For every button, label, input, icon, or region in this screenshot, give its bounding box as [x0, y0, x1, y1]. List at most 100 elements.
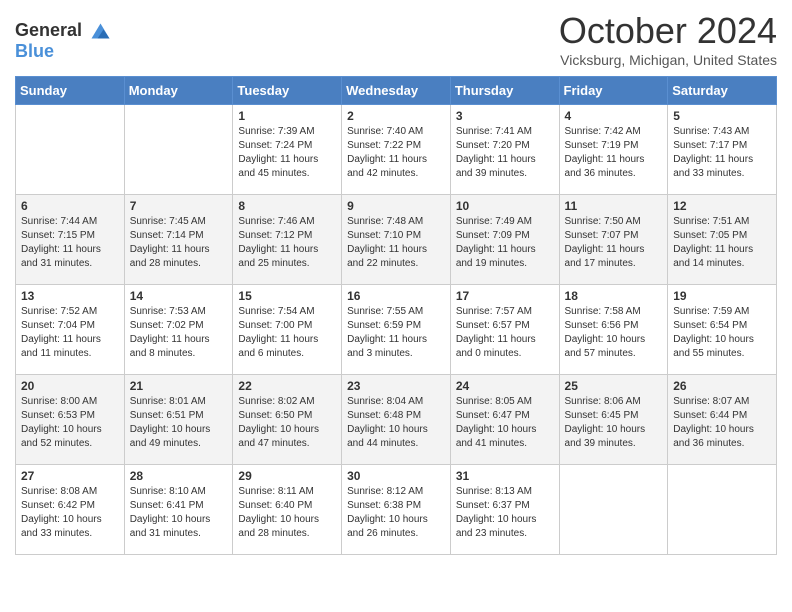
week-row-3: 13Sunrise: 7:52 AMSunset: 7:04 PMDayligh…: [16, 285, 777, 375]
calendar-header-row: SundayMondayTuesdayWednesdayThursdayFrid…: [16, 77, 777, 105]
logo-text-blue: Blue: [15, 42, 54, 62]
day-number: 3: [456, 109, 554, 123]
day-number: 16: [347, 289, 445, 303]
day-header-wednesday: Wednesday: [342, 77, 451, 105]
day-cell: 28 Sunrise: 8:10 AMSunset: 6:41 PMDayligh…: [124, 465, 233, 555]
day-info: Sunrise: 8:13 AMSunset: 6:37 PMDaylight:…: [456, 485, 554, 541]
day-number: 21: [130, 379, 228, 393]
day-header-monday: Monday: [124, 77, 233, 105]
day-number: 9: [347, 199, 445, 213]
day-info: Sunrise: 8:02 AMSunset: 6:50 PMDaylight:…: [238, 395, 336, 451]
day-cell: 11Sunrise: 7:50 AMSunset: 7:07 PMDayligh…: [559, 195, 668, 285]
day-info: Sunrise: 8:06 AMSunset: 6:45 PMDaylight:…: [565, 395, 663, 451]
week-row-2: 6 Sunrise: 7:44 AMSunset: 7:15 PMDaylight…: [16, 195, 777, 285]
day-number: 22: [238, 379, 336, 393]
day-header-saturday: Saturday: [668, 77, 777, 105]
day-number: 18: [565, 289, 663, 303]
day-number: 2: [347, 109, 445, 123]
day-info: Sunrise: 7:39 AMSunset: 7:24 PMDaylight:…: [238, 125, 336, 181]
day-cell: 5Sunrise: 7:43 AMSunset: 7:17 PMDaylight…: [668, 105, 777, 195]
location: Vicksburg, Michigan, United States: [559, 52, 777, 68]
day-cell: 9 Sunrise: 7:48 AMSunset: 7:10 PMDaylight…: [342, 195, 451, 285]
day-cell: 21 Sunrise: 8:01 AMSunset: 6:51 PMDayligh…: [124, 375, 233, 465]
day-number: 20: [21, 379, 119, 393]
day-number: 1: [238, 109, 336, 123]
day-number: 23: [347, 379, 445, 393]
day-cell: 24Sunrise: 8:05 AMSunset: 6:47 PMDayligh…: [450, 375, 559, 465]
day-info: Sunrise: 7:46 AMSunset: 7:12 PMDaylight:…: [238, 215, 336, 271]
day-cell: [124, 105, 233, 195]
day-header-thursday: Thursday: [450, 77, 559, 105]
day-number: 30: [347, 469, 445, 483]
day-number: 25: [565, 379, 663, 393]
day-header-friday: Friday: [559, 77, 668, 105]
day-cell: 10 Sunrise: 7:49 AMSunset: 7:09 PMDayligh…: [450, 195, 559, 285]
day-number: 24: [456, 379, 554, 393]
day-info: Sunrise: 7:51 AMSunset: 7:05 PMDaylight:…: [673, 215, 771, 271]
day-cell: 7Sunrise: 7:45 AMSunset: 7:14 PMDaylight…: [124, 195, 233, 285]
day-info: Sunrise: 7:48 AMSunset: 7:10 PMDaylight:…: [347, 215, 445, 271]
logo-text: General: [15, 21, 82, 41]
day-cell: 23 Sunrise: 8:04 AMSunset: 6:48 PMDayligh…: [342, 375, 451, 465]
day-info: Sunrise: 7:49 AMSunset: 7:09 PMDaylight:…: [456, 215, 554, 271]
day-cell: 25 Sunrise: 8:06 AMSunset: 6:45 PMDayligh…: [559, 375, 668, 465]
calendar-table: SundayMondayTuesdayWednesdayThursdayFrid…: [15, 76, 777, 555]
logo-icon: [84, 16, 114, 46]
day-number: 27: [21, 469, 119, 483]
day-cell: 13Sunrise: 7:52 AMSunset: 7:04 PMDayligh…: [16, 285, 125, 375]
day-cell: 15 Sunrise: 7:54 AMSunset: 7:00 PMDayligh…: [233, 285, 342, 375]
day-info: Sunrise: 7:53 AMSunset: 7:02 PMDaylight:…: [130, 305, 228, 361]
day-info: Sunrise: 8:11 AMSunset: 6:40 PMDaylight:…: [238, 485, 336, 541]
day-info: Sunrise: 7:44 AMSunset: 7:15 PMDaylight:…: [21, 215, 119, 271]
day-cell: 6 Sunrise: 7:44 AMSunset: 7:15 PMDaylight…: [16, 195, 125, 285]
day-info: Sunrise: 8:12 AMSunset: 6:38 PMDaylight:…: [347, 485, 445, 541]
day-number: 5: [673, 109, 771, 123]
day-info: Sunrise: 8:04 AMSunset: 6:48 PMDaylight:…: [347, 395, 445, 451]
week-row-5: 27 Sunrise: 8:08 AMSunset: 6:42 PMDayligh…: [16, 465, 777, 555]
day-cell: 3 Sunrise: 7:41 AMSunset: 7:20 PMDaylight…: [450, 105, 559, 195]
day-info: Sunrise: 7:45 AMSunset: 7:14 PMDaylight:…: [130, 215, 228, 271]
day-info: Sunrise: 7:52 AMSunset: 7:04 PMDaylight:…: [21, 305, 119, 361]
day-number: 8: [238, 199, 336, 213]
day-number: 29: [238, 469, 336, 483]
day-cell: 1 Sunrise: 7:39 AMSunset: 7:24 PMDaylight…: [233, 105, 342, 195]
day-cell: [668, 465, 777, 555]
day-cell: 8 Sunrise: 7:46 AMSunset: 7:12 PMDaylight…: [233, 195, 342, 285]
day-info: Sunrise: 7:42 AMSunset: 7:19 PMDaylight:…: [565, 125, 663, 181]
day-number: 14: [130, 289, 228, 303]
day-number: 10: [456, 199, 554, 213]
logo: General Blue: [15, 10, 114, 62]
day-cell: 16Sunrise: 7:55 AMSunset: 6:59 PMDayligh…: [342, 285, 451, 375]
day-number: 15: [238, 289, 336, 303]
day-info: Sunrise: 8:10 AMSunset: 6:41 PMDaylight:…: [130, 485, 228, 541]
day-info: Sunrise: 8:07 AMSunset: 6:44 PMDaylight:…: [673, 395, 771, 451]
day-number: 19: [673, 289, 771, 303]
day-info: Sunrise: 7:59 AMSunset: 6:54 PMDaylight:…: [673, 305, 771, 361]
day-cell: 31Sunrise: 8:13 AMSunset: 6:37 PMDayligh…: [450, 465, 559, 555]
day-number: 12: [673, 199, 771, 213]
title-block: October 2024 Vicksburg, Michigan, United…: [559, 10, 777, 68]
day-number: 11: [565, 199, 663, 213]
day-cell: 17Sunrise: 7:57 AMSunset: 6:57 PMDayligh…: [450, 285, 559, 375]
day-number: 6: [21, 199, 119, 213]
day-cell: 29 Sunrise: 8:11 AMSunset: 6:40 PMDayligh…: [233, 465, 342, 555]
day-info: Sunrise: 7:54 AMSunset: 7:00 PMDaylight:…: [238, 305, 336, 361]
day-cell: 27 Sunrise: 8:08 AMSunset: 6:42 PMDayligh…: [16, 465, 125, 555]
month-title: October 2024: [559, 10, 777, 52]
day-cell: 4Sunrise: 7:42 AMSunset: 7:19 PMDaylight…: [559, 105, 668, 195]
day-number: 17: [456, 289, 554, 303]
day-info: Sunrise: 8:01 AMSunset: 6:51 PMDaylight:…: [130, 395, 228, 451]
header: General Blue October 2024 Vicksburg, Mic…: [15, 10, 777, 68]
day-number: 28: [130, 469, 228, 483]
day-cell: 18Sunrise: 7:58 AMSunset: 6:56 PMDayligh…: [559, 285, 668, 375]
day-cell: 30 Sunrise: 8:12 AMSunset: 6:38 PMDayligh…: [342, 465, 451, 555]
day-cell: 26 Sunrise: 8:07 AMSunset: 6:44 PMDayligh…: [668, 375, 777, 465]
day-info: Sunrise: 7:41 AMSunset: 7:20 PMDaylight:…: [456, 125, 554, 181]
day-number: 26: [673, 379, 771, 393]
day-header-sunday: Sunday: [16, 77, 125, 105]
day-cell: [559, 465, 668, 555]
calendar-page: General Blue October 2024 Vicksburg, Mic…: [0, 0, 792, 570]
day-cell: 12 Sunrise: 7:51 AMSunset: 7:05 PMDayligh…: [668, 195, 777, 285]
day-info: Sunrise: 7:40 AMSunset: 7:22 PMDaylight:…: [347, 125, 445, 181]
day-info: Sunrise: 8:08 AMSunset: 6:42 PMDaylight:…: [21, 485, 119, 541]
